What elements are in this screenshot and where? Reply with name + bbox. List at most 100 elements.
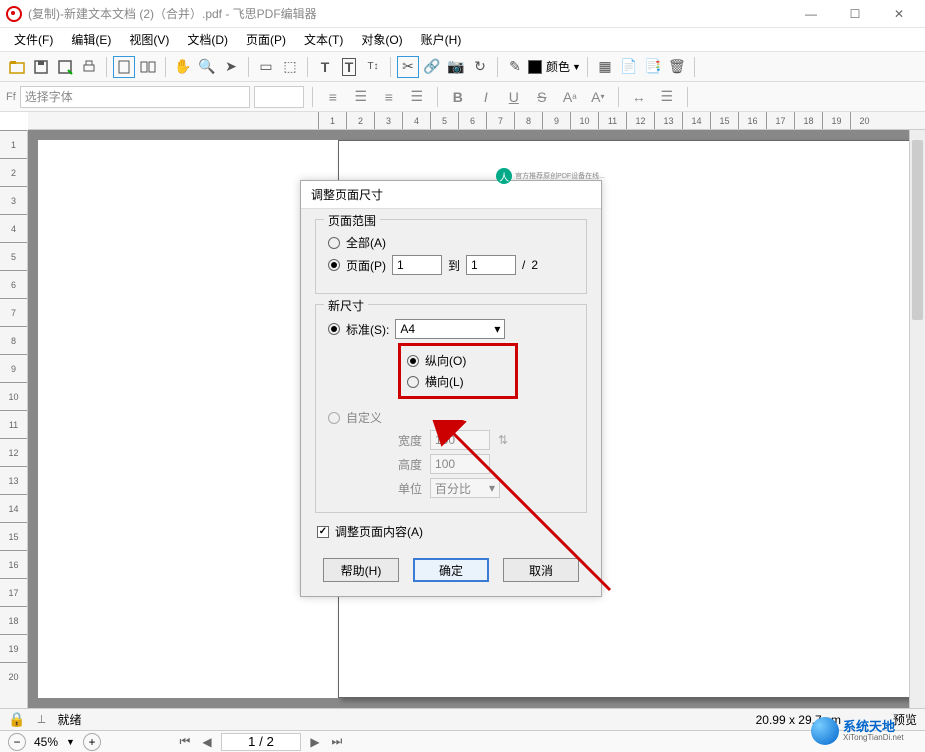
strike-icon[interactable]: S	[530, 86, 554, 108]
cancel-button[interactable]: 取消	[503, 558, 579, 582]
refresh-icon[interactable]: ↻	[469, 56, 491, 78]
vertical-scrollbar[interactable]	[909, 130, 925, 708]
badge-icon: 人	[496, 168, 512, 184]
page-number-input[interactable]	[221, 733, 301, 751]
portrait-radio[interactable]	[407, 355, 419, 367]
prev-page-button[interactable]: ◀	[199, 735, 215, 749]
menu-document[interactable]: 文档(D)	[179, 29, 236, 50]
color-dropdown-icon[interactable]: ▼	[572, 62, 581, 72]
page-to-input[interactable]	[466, 255, 516, 275]
lock-icon: 🔒	[8, 711, 25, 728]
resize-page-dialog: 调整页面尺寸 页面范围 全部(A) 页面(P) 到 / 2 新尺寸 标准(S):	[300, 180, 602, 597]
insert-page-icon[interactable]: 📑	[642, 56, 664, 78]
status-text: 就绪	[57, 711, 81, 728]
close-button[interactable]: ✕	[887, 7, 911, 21]
zoom-dropdown-icon[interactable]: ▼	[66, 737, 75, 747]
zoom-in-button[interactable]: +	[83, 733, 101, 751]
italic-icon[interactable]: I	[474, 86, 498, 108]
menu-bar: 文件(F) 编辑(E) 视图(V) 文档(D) 页面(P) 文本(T) 对象(O…	[0, 28, 925, 52]
menu-text[interactable]: 文本(T)	[296, 29, 351, 50]
format-toolbar: Ff 选择字体 ≡ ☰ ≡ ☰ B I U S Aa A▾ ↔ ☰	[0, 82, 925, 112]
page-range-label: 页面(P)	[346, 257, 386, 274]
first-page-button[interactable]: ⏮	[177, 734, 193, 749]
maximize-button[interactable]: ☐	[843, 7, 867, 21]
next-page-button[interactable]: ▶	[307, 735, 323, 749]
bold-icon[interactable]: B	[446, 86, 470, 108]
unit-select: 百分比▾	[430, 478, 500, 498]
new-size-fieldset: 新尺寸 标准(S): A4▾ 纵向(O) 横向(L)	[315, 304, 587, 513]
minimize-button[interactable]: —	[799, 7, 823, 21]
saveas-icon[interactable]	[54, 56, 76, 78]
text-tool-icon[interactable]: T	[314, 56, 336, 78]
portrait-label: 纵向(O)	[425, 352, 466, 369]
line-spacing-icon[interactable]: ☰	[655, 86, 679, 108]
page-range-radio[interactable]	[328, 259, 340, 271]
char-spacing-icon[interactable]: ↔	[627, 86, 651, 108]
menu-edit[interactable]: 编辑(E)	[63, 29, 119, 50]
font-size-selector[interactable]	[254, 86, 304, 108]
title-bar: (复制)-新建文本文档 (2)（合并）.pdf - 飞思PDF编辑器 — ☐ ✕	[0, 0, 925, 28]
menu-page[interactable]: 页面(P)	[238, 29, 294, 50]
globe-icon	[811, 717, 839, 745]
align-right-icon[interactable]: ≡	[377, 86, 401, 108]
color-swatch[interactable]	[528, 60, 542, 74]
all-pages-radio[interactable]	[328, 237, 340, 249]
camera-icon[interactable]: 📷	[445, 56, 467, 78]
textbox-icon[interactable]: T	[338, 56, 360, 78]
link-dims-icon: ⇅	[498, 433, 508, 447]
paper-size-select[interactable]: A4▾	[395, 319, 505, 339]
custom-size-radio[interactable]	[328, 412, 340, 424]
window-title: (复制)-新建文本文档 (2)（合并）.pdf - 飞思PDF编辑器	[28, 5, 799, 22]
page-from-input[interactable]	[392, 255, 442, 275]
scrollbar-thumb[interactable]	[912, 140, 923, 320]
landscape-radio[interactable]	[407, 376, 419, 388]
add-page-icon[interactable]: 📄	[618, 56, 640, 78]
save-icon[interactable]	[30, 56, 52, 78]
vertical-ruler: 12345 678910 1112131415 1617181920	[0, 130, 28, 708]
hand-icon[interactable]: ✋	[172, 56, 194, 78]
select-text-icon[interactable]: ⬚	[279, 56, 301, 78]
menu-object[interactable]: 对象(O)	[353, 29, 410, 50]
menu-file[interactable]: 文件(F)	[6, 29, 61, 50]
menu-account[interactable]: 账户(H)	[413, 29, 470, 50]
subscript-icon[interactable]: A▾	[586, 86, 610, 108]
form-icon[interactable]: ▦	[594, 56, 616, 78]
select-rect-icon[interactable]: ▭	[255, 56, 277, 78]
page-layout-icon[interactable]	[113, 56, 135, 78]
link-icon[interactable]: 🔗	[421, 56, 443, 78]
zoom-icon[interactable]: 🔍	[196, 56, 218, 78]
pointer-icon[interactable]: ➤	[220, 56, 242, 78]
landscape-label: 横向(L)	[425, 373, 464, 390]
height-input	[430, 454, 490, 474]
delete-page-icon[interactable]: 🗑	[666, 56, 688, 78]
two-page-icon[interactable]	[137, 56, 159, 78]
align-left-icon[interactable]: ≡	[321, 86, 345, 108]
crop-icon[interactable]: ✂	[397, 56, 419, 78]
help-button[interactable]: 帮助(H)	[323, 558, 399, 582]
text-size-icon[interactable]: T↕	[362, 56, 384, 78]
horizontal-ruler: 12345 678910 1112131415 1617181920	[28, 112, 925, 130]
font-family-icon: Ff	[6, 91, 16, 103]
open-icon[interactable]	[6, 56, 28, 78]
zoom-out-button[interactable]: −	[8, 733, 26, 751]
align-center-icon[interactable]: ☰	[349, 86, 373, 108]
adjust-content-checkbox[interactable]	[317, 526, 329, 538]
standard-size-radio[interactable]	[328, 323, 340, 335]
font-selector[interactable]: 选择字体	[20, 86, 250, 108]
align-justify-icon[interactable]: ☰	[405, 86, 429, 108]
adjust-content-label: 调整页面内容(A)	[335, 523, 423, 540]
color-label: 颜色	[546, 58, 570, 75]
pen-icon[interactable]: ✎	[504, 56, 526, 78]
last-page-button[interactable]: ⏭	[329, 734, 345, 749]
page-range-fieldset: 页面范围 全部(A) 页面(P) 到 / 2	[315, 219, 587, 294]
status-bar: 🔒 ⟂ 就绪 20.99 x 29.7 cm 预览	[0, 708, 925, 730]
print-icon[interactable]	[78, 56, 100, 78]
superscript-icon[interactable]: Aa	[558, 86, 582, 108]
ok-button[interactable]: 确定	[413, 558, 489, 582]
watermark-logo: 系统天地 XiTongTianDi.net	[811, 714, 921, 748]
menu-view[interactable]: 视图(V)	[121, 29, 177, 50]
custom-size-label: 自定义	[346, 409, 382, 426]
zoom-level[interactable]: 45%	[34, 735, 58, 749]
zoom-bar: − 45% ▼ + ⏮ ◀ ▶ ⏭	[0, 730, 925, 752]
underline-icon[interactable]: U	[502, 86, 526, 108]
